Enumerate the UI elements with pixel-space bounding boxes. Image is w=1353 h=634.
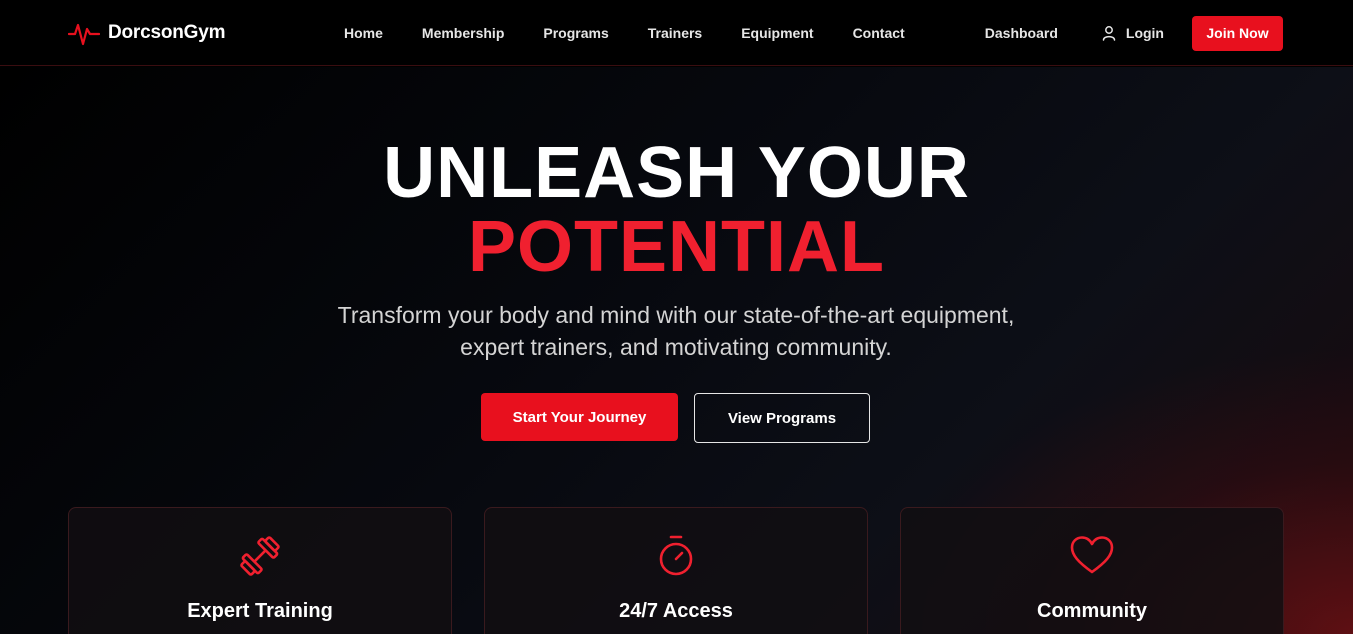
stopwatch-icon [659,535,693,576]
hero-subtitle-line-1: Transform your body and mind with our st… [337,302,1015,328]
brand-name: DorcsonGym [108,22,226,43]
start-journey-button[interactable]: Start Your Journey [481,393,678,441]
hero-subtitle: Transform your body and mind with our st… [276,299,1076,363]
feature-card-community: Community [900,507,1284,634]
user-icon [1102,26,1116,41]
view-programs-button[interactable]: View Programs [694,393,870,443]
login-label: Login [1125,25,1164,41]
hero-subtitle-line-2: expert trainers, and motivating communit… [460,334,892,360]
feature-title: Community [1037,600,1147,622]
feature-card-expert-training: Expert Training [68,507,452,634]
hero-headline: UNLEASH YOUR [383,133,970,213]
feature-title: 24/7 Access [619,600,733,622]
top-navbar: DorcsonGym Home Membership Programs Trai… [0,0,1353,66]
nav-link-programs[interactable]: Programs [543,25,608,41]
nav-link-home[interactable]: Home [344,25,383,41]
nav-link-trainers[interactable]: Trainers [648,25,702,41]
login-link[interactable]: Login [1102,25,1164,41]
join-now-button[interactable]: Join Now [1192,15,1283,51]
nav-actions: Dashboard Login Join Now [985,0,1283,66]
brand-logo[interactable]: DorcsonGym [68,17,226,49]
nav-link-membership[interactable]: Membership [422,25,504,41]
heart-icon [1070,536,1114,574]
feature-card-access: 24/7 Access [484,507,868,634]
hero-headline-accent: POTENTIAL [468,207,885,287]
main-nav: Home Membership Programs Trainers Equipm… [344,0,944,66]
dumbbell-icon [240,536,280,576]
heartbeat-icon [68,23,100,46]
dashboard-link[interactable]: Dashboard [985,25,1058,41]
feature-title: Expert Training [187,600,333,622]
nav-link-contact[interactable]: Contact [853,25,905,41]
nav-link-equipment[interactable]: Equipment [741,25,813,41]
hero-section: UNLEASH YOUR POTENTIAL Transform your bo… [0,67,1353,634]
